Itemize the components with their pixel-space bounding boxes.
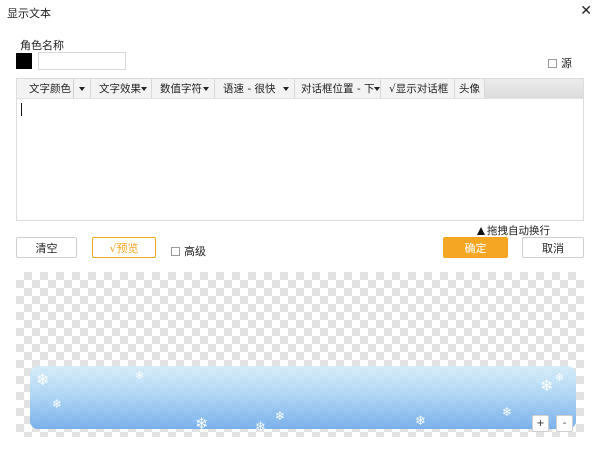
source-option[interactable]: 源: [548, 55, 572, 71]
advanced-option[interactable]: 高级: [171, 243, 206, 259]
advanced-label: 高级: [184, 245, 206, 258]
chevron-down-icon: [203, 86, 209, 91]
speed-dropdown[interactable]: 语速 - 很快: [215, 79, 295, 98]
dialog-box-preview: ❄ ❄ ❄ ❄ ❄ ❄ ❄ ❄ ❄ ❄: [30, 366, 576, 435]
close-icon[interactable]: ✕: [580, 3, 592, 19]
format-toolbar: 文字颜色 文字效果 数值字符 语速 - 很快 对话框位置 - 下 √显示对话框 …: [17, 79, 583, 99]
character-name-input[interactable]: [38, 52, 126, 70]
zoom-in-button[interactable]: +: [532, 415, 549, 432]
snowflake-icon: ❄: [275, 409, 286, 423]
up-triangle-icon: [477, 227, 485, 235]
confirm-button[interactable]: 确定: [443, 237, 508, 258]
text-caret: [21, 103, 22, 116]
snowflake-icon: ❄: [195, 414, 209, 433]
snowflake-icon: ❄: [415, 414, 426, 429]
chevron-down-icon: [374, 86, 381, 91]
snowflake-icon: ❄: [540, 376, 554, 395]
snowflake-icon: ❄: [135, 369, 145, 382]
toolbar-filler: [485, 79, 583, 98]
auto-wrap-hint[interactable]: 拖拽自动换行: [477, 223, 550, 238]
snowflake-icon: ❄: [555, 371, 565, 384]
value-char-dropdown[interactable]: 数值字符: [152, 79, 215, 98]
avatar-button[interactable]: 头像: [455, 79, 485, 98]
chevron-down-icon: [141, 86, 147, 91]
dialog-position-dropdown[interactable]: 对话框位置 - 下: [295, 79, 381, 98]
preview-button[interactable]: √预览: [92, 237, 156, 258]
chevron-down-icon: [283, 86, 289, 91]
clear-button[interactable]: 清空: [16, 237, 77, 258]
source-label: 源: [561, 57, 572, 70]
title-bar: 显示文本 ✕: [0, 0, 600, 24]
show-dialog-toggle[interactable]: √显示对话框: [381, 79, 455, 98]
source-checkbox[interactable]: [548, 58, 557, 68]
cancel-button[interactable]: 取消: [522, 237, 584, 258]
advanced-checkbox[interactable]: [171, 246, 180, 256]
text-editor[interactable]: 文字颜色 文字效果 数值字符 语速 - 很快 对话框位置 - 下 √显示对话框 …: [16, 78, 584, 221]
text-color-dropdown[interactable]: 文字颜色: [17, 79, 91, 98]
zoom-out-button[interactable]: -: [556, 415, 573, 432]
chevron-down-icon: [79, 86, 85, 91]
snowflake-icon: ❄: [52, 397, 63, 411]
snowflake-icon: ❄: [36, 370, 50, 389]
name-color-swatch[interactable]: [16, 53, 32, 69]
window-title: 显示文本: [7, 7, 51, 20]
snowflake-icon: ❄: [502, 405, 513, 419]
preview-canvas: ❄ ❄ ❄ ❄ ❄ ❄ ❄ ❄ ❄ ❄ + -: [16, 272, 584, 437]
snowflake-icon: ❄: [255, 420, 266, 435]
text-effect-dropdown[interactable]: 文字效果: [91, 79, 152, 98]
character-name-label: 角色名称: [20, 39, 64, 52]
